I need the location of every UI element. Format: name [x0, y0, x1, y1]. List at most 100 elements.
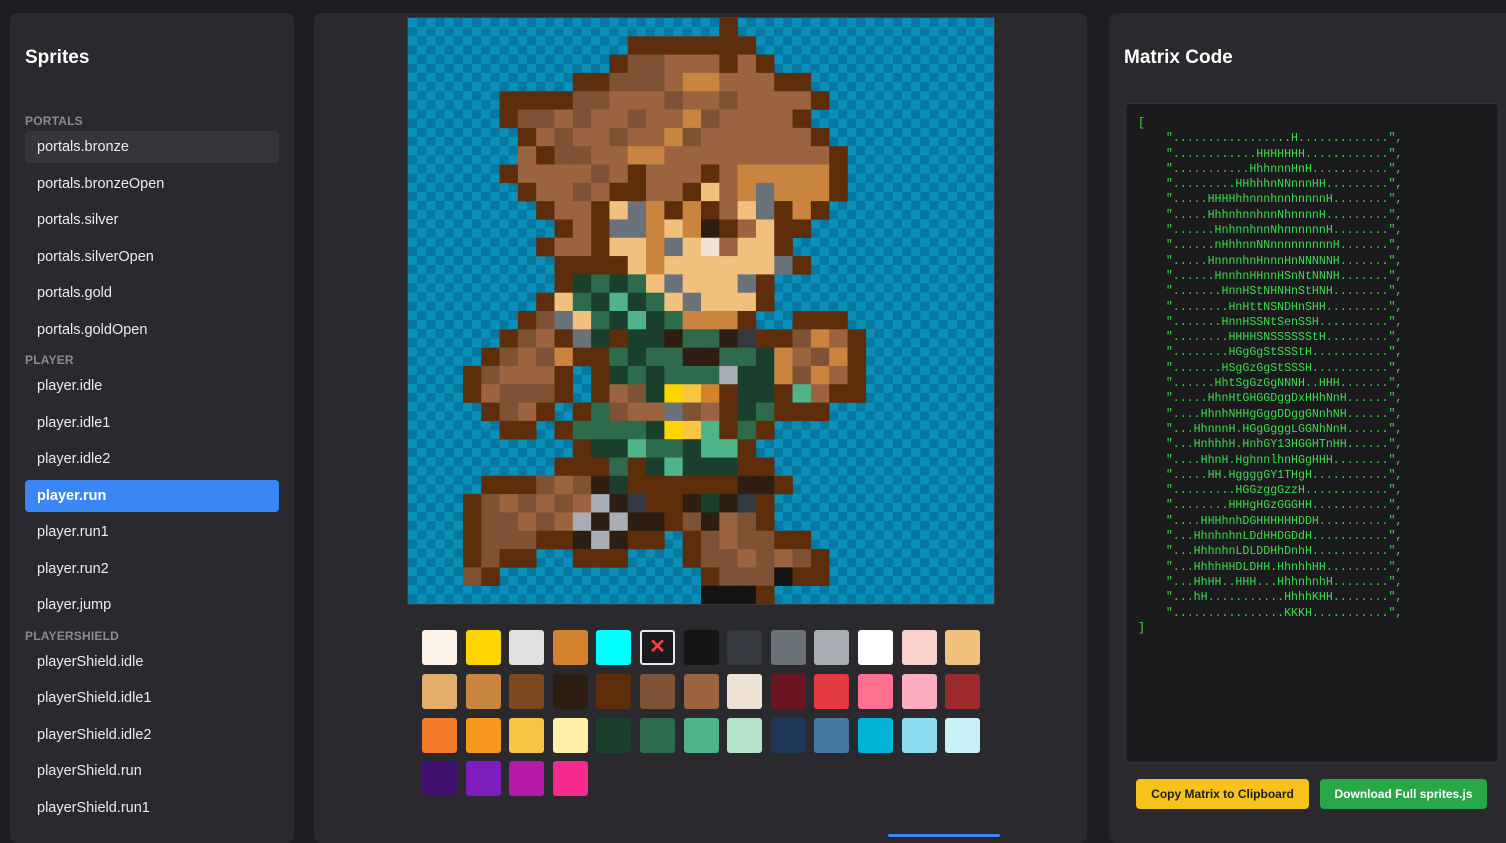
palette-swatch[interactable] — [901, 673, 937, 709]
sprite-pixel — [646, 72, 665, 92]
copy-matrix-button[interactable]: Copy Matrix to Clipboard — [1136, 779, 1309, 809]
palette-swatch[interactable] — [814, 717, 850, 753]
palette-swatch[interactable] — [422, 673, 457, 709]
palette-swatch[interactable] — [465, 717, 501, 753]
sprite-item-portals-bronze[interactable]: portals.bronze — [25, 131, 279, 163]
palette-swatch[interactable] — [422, 717, 457, 753]
palette-swatch[interactable] — [465, 761, 501, 797]
sprite-item-portals-silver[interactable]: portals.silver — [25, 204, 279, 236]
sprite-pixel — [499, 109, 519, 129]
sprite-pixel — [755, 420, 775, 440]
sprite-item-portals-bronzeopen[interactable]: portals.bronzeOpen — [25, 168, 279, 200]
sprite-pixel — [774, 347, 793, 367]
palette-swatch[interactable] — [770, 673, 806, 709]
sprite-pixel — [572, 494, 592, 513]
sprite-item-portals-silveropen[interactable]: portals.silverOpen — [25, 241, 279, 273]
palette-swatch[interactable] — [552, 630, 588, 665]
sprite-pixel — [774, 549, 793, 568]
palette-swatch[interactable] — [640, 717, 675, 753]
download-sprites-button[interactable]: Download Full sprites.js — [1320, 779, 1487, 809]
palette-swatch[interactable] — [552, 761, 588, 797]
palette-swatch[interactable] — [858, 630, 893, 665]
sprite-pixel — [774, 127, 793, 147]
sprite-pixel — [554, 219, 574, 239]
palette-swatch[interactable] — [945, 717, 981, 753]
sprite-item-playershield-idle[interactable]: playerShield.idle — [25, 646, 279, 678]
palette-swatch[interactable] — [422, 761, 457, 797]
palette-swatch[interactable] — [509, 717, 545, 753]
palette-swatch[interactable] — [770, 717, 806, 753]
palette-swatch[interactable] — [596, 630, 632, 665]
sprite-pixel — [792, 182, 812, 202]
sprite-pixel — [682, 164, 702, 184]
sprite-item-player-run2[interactable]: player.run2 — [25, 553, 279, 585]
palette-swatch[interactable] — [552, 673, 588, 709]
sprite-item-playershield-run1[interactable]: playerShield.run1 — [25, 792, 279, 824]
sprite-pixel — [591, 420, 610, 440]
palette-swatch[interactable] — [552, 717, 588, 753]
sprite-pixel — [646, 256, 665, 275]
palette-swatch[interactable] — [683, 717, 719, 753]
palette-swatch[interactable] — [509, 761, 545, 797]
sprite-pixel — [719, 512, 738, 532]
sprite-pixel — [627, 237, 647, 257]
editor-scroll-indicator[interactable] — [888, 834, 1000, 837]
sprite-pixel — [664, 72, 683, 92]
sprite-item-playershield-run[interactable]: playerShield.run — [25, 755, 279, 787]
pixel-canvas[interactable] — [407, 17, 995, 605]
sprite-item-playershield-idle1[interactable]: playerShield.idle1 — [25, 682, 279, 714]
sprite-pixel — [572, 347, 592, 367]
palette-swatch[interactable] — [640, 673, 675, 709]
palette-swatch[interactable] — [422, 630, 457, 665]
palette-swatch[interactable] — [683, 673, 719, 709]
palette-swatch[interactable] — [596, 673, 632, 709]
palette-swatch[interactable] — [509, 630, 545, 665]
sprite-pixel — [646, 402, 665, 422]
palette-swatch[interactable] — [727, 630, 763, 665]
sprite-item-player-idle2[interactable]: player.idle2 — [25, 443, 279, 475]
sprite-pixel — [609, 347, 629, 367]
sprite-pixel — [499, 347, 519, 367]
sprite-pixel — [499, 384, 519, 403]
sprite-item-player-idle[interactable]: player.idle — [25, 370, 279, 402]
sprite-pixel — [737, 365, 757, 385]
palette-swatch[interactable] — [465, 630, 501, 665]
sprite-pixel — [609, 164, 629, 184]
palette-swatch[interactable] — [465, 673, 501, 709]
palette-swatch[interactable] — [727, 673, 763, 709]
sprite-pixel — [664, 329, 683, 348]
palette-swatch[interactable] — [683, 630, 719, 665]
matrix-code-output[interactable]: [ ".................H.............", "..… — [1125, 103, 1499, 763]
palette-swatch[interactable] — [858, 717, 893, 753]
sprite-pixel — [536, 494, 555, 513]
sprite-pixel — [792, 402, 812, 422]
palette-swatch[interactable] — [509, 673, 545, 709]
sprite-item-player-jump[interactable]: player.jump — [25, 589, 279, 621]
palette-swatch[interactable] — [945, 673, 981, 709]
sprite-item-portals-gold[interactable]: portals.gold — [25, 277, 279, 309]
sprite-item-player-idle1[interactable]: player.idle1 — [25, 407, 279, 439]
palette-swatch[interactable] — [814, 630, 850, 665]
sprite-pixel — [719, 365, 738, 385]
sprite-pixel — [701, 494, 720, 513]
palette-swatch[interactable] — [901, 717, 937, 753]
palette-swatch[interactable] — [901, 630, 937, 665]
palette-swatch[interactable] — [727, 717, 763, 753]
sprite-item-playershield-idle2[interactable]: playerShield.idle2 — [25, 719, 279, 751]
sprite-item-player-run1[interactable]: player.run1 — [25, 516, 279, 548]
palette-swatch[interactable] — [770, 630, 806, 665]
sprite-pixel — [719, 164, 738, 184]
sprite-item-portals-goldopen[interactable]: portals.goldOpen — [25, 314, 279, 346]
palette-swatch[interactable] — [596, 717, 632, 753]
sprite-pixel — [609, 274, 629, 293]
sprite-pixel — [572, 530, 592, 550]
sprite-pixel — [774, 402, 793, 422]
palette-swatch[interactable] — [858, 673, 893, 709]
sprite-pixel — [609, 549, 629, 568]
sprite-item-player-run[interactable]: player.run — [25, 479, 279, 512]
eraser-swatch[interactable]: ✕ — [640, 630, 675, 665]
sprite-pixel — [737, 549, 757, 568]
palette-swatch[interactable] — [945, 630, 981, 665]
sprite-pixel — [646, 237, 665, 257]
palette-swatch[interactable] — [814, 673, 850, 709]
